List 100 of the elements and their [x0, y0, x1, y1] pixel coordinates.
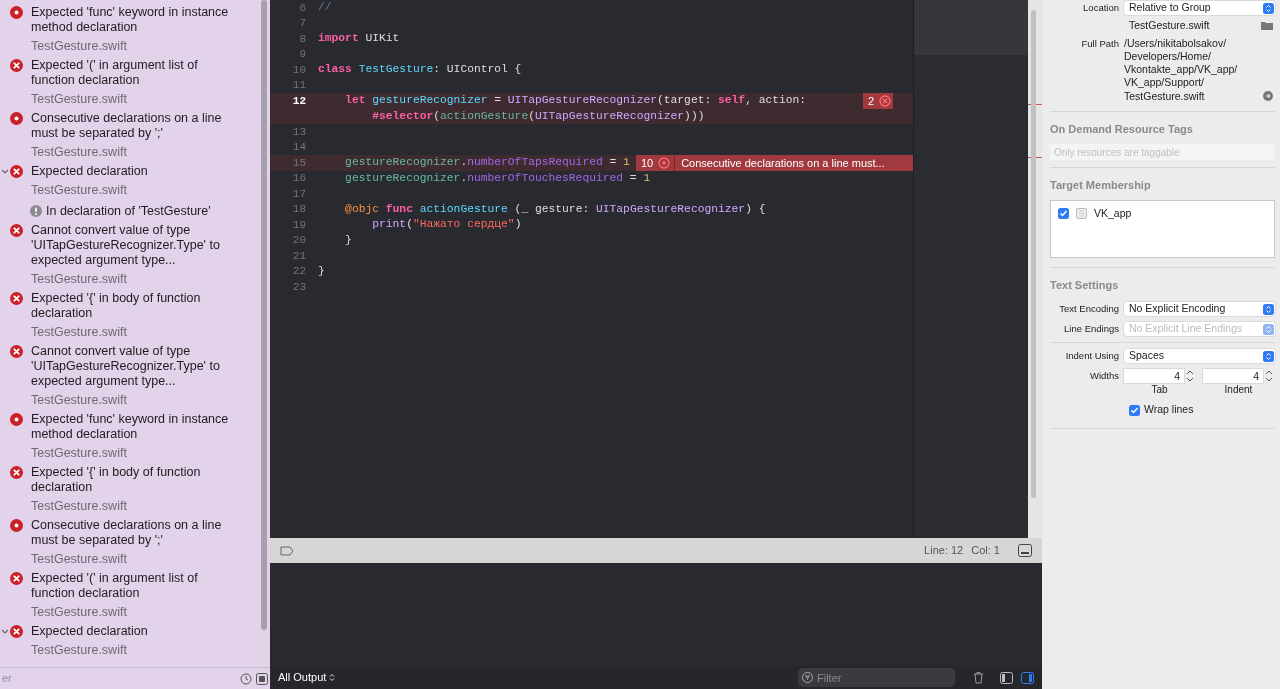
- line-number: 15: [291, 155, 306, 171]
- code-line: }: [344, 232, 352, 248]
- issue-file-name: TestGesture.swift: [31, 393, 128, 408]
- code-line: gestureRecognizer.numberOfTapsRequired = 1: [344, 155, 630, 171]
- error-badge[interactable]: 2: [863, 93, 893, 109]
- issue-title[interactable]: Expected '{' in body of function declaration: [31, 291, 236, 321]
- issue-file-name: TestGesture.swift: [31, 39, 128, 54]
- filter-field[interactable]: er: [2, 670, 236, 687]
- output-selector[interactable]: All Output: [278, 669, 336, 686]
- line-number: 12: [291, 93, 306, 109]
- checkbox[interactable]: [1129, 404, 1140, 416]
- scrollbar-thumb[interactable]: [1031, 10, 1036, 498]
- number-field[interactable]: 4: [1124, 369, 1184, 384]
- issue-title[interactable]: Expected '{' in body of function declaration: [31, 465, 236, 495]
- code-line: print("Нажато сердце"): [371, 217, 522, 233]
- issue-file-name: TestGesture.swift: [31, 325, 128, 340]
- error-icon: [10, 165, 23, 178]
- line-number: 6: [298, 0, 306, 16]
- field-label: Indent: [1224, 383, 1253, 397]
- filter-field[interactable]: Filter: [798, 668, 955, 687]
- issue-title[interactable]: Cannot convert value of type 'UITapGestureRecognizer.Type' to expected argument type...: [31, 223, 236, 268]
- line-number: 17: [291, 186, 306, 202]
- line-number: 10: [291, 62, 306, 78]
- updown-chevron-icon: [1263, 303, 1274, 315]
- line-number: 11: [291, 78, 306, 93]
- field-label: Indent Using: [1065, 349, 1119, 364]
- folder-icon[interactable]: [1261, 21, 1273, 31]
- scrollbar-thumb[interactable]: [261, 0, 267, 630]
- updown-chevron-icon: [1263, 2, 1274, 14]
- issue-title[interactable]: Expected declaration: [31, 624, 236, 639]
- clock-icon[interactable]: [240, 672, 252, 685]
- filter-icon: [802, 672, 813, 683]
- trash-icon[interactable]: [973, 671, 984, 684]
- stepper-icon[interactable]: [1185, 369, 1195, 384]
- issue-title[interactable]: Expected 'func' keyword in instance method declaration: [31, 412, 236, 442]
- issue-file-name: TestGesture.swift: [31, 272, 128, 287]
- issue-title[interactable]: Expected '(' in argument list of function declaration: [31, 58, 236, 88]
- tag-icon[interactable]: [280, 545, 294, 556]
- line-number: 8: [298, 31, 306, 47]
- error-dot-icon: [10, 519, 23, 532]
- code-line: //: [318, 0, 332, 16]
- checkbox[interactable]: [1058, 208, 1069, 220]
- checkbox-label: Wrap lines: [1144, 402, 1194, 418]
- error-badge[interactable]: 10 Consecutive declarations on a line must...: [635, 155, 913, 171]
- code-line: #selector(actionGesture(UITapGestureRecognizer))): [371, 108, 705, 124]
- error-circle-icon: [879, 94, 892, 107]
- square-icon[interactable]: [256, 672, 268, 685]
- error-dot-icon: [658, 156, 671, 169]
- file-name: TestGesture.swift: [1129, 18, 1211, 33]
- issue-title[interactable]: Expected 'func' keyword in instance method declaration: [31, 5, 236, 35]
- line-number: 21: [291, 248, 306, 264]
- field-label: Line Endings: [1064, 322, 1119, 337]
- section-title: Target Membership: [1050, 178, 1152, 194]
- issue-file-name: TestGesture.swift: [31, 145, 128, 160]
- issue-file-name: TestGesture.swift: [31, 92, 128, 107]
- issue-title[interactable]: Expected declaration: [31, 164, 236, 179]
- field-label: Full Path: [1081, 36, 1119, 51]
- stepper-icon[interactable]: [1264, 369, 1274, 384]
- chevron-down-icon[interactable]: [1, 629, 9, 635]
- right-panel-icon[interactable]: [1021, 671, 1034, 684]
- issue-note[interactable]: In declaration of 'TestGesture': [46, 204, 211, 219]
- error-icon: [10, 224, 23, 237]
- issue-title[interactable]: Cannot convert value of type 'UITapGestureRecognizer.Type' to expected argument type...: [31, 344, 236, 389]
- line-number: 18: [291, 202, 306, 217]
- line-number: 14: [291, 140, 306, 155]
- line-number: 16: [291, 171, 306, 186]
- app-target-icon: [1076, 208, 1087, 220]
- line-number: 20: [291, 233, 306, 248]
- chevron-down-icon[interactable]: [1, 169, 9, 175]
- left-panel-icon[interactable]: [1000, 671, 1013, 684]
- line-number-label: Line: 12: [924, 543, 964, 559]
- issue-title[interactable]: Expected '(' in argument list of function declaration: [31, 571, 236, 601]
- issue-title[interactable]: Consecutive declarations on a line must be separated by ';': [31, 111, 236, 141]
- number-field[interactable]: 4: [1203, 369, 1263, 384]
- section-title: On Demand Resource Tags: [1050, 121, 1194, 137]
- location-dropdown[interactable]: Relative to Group: [1124, 1, 1275, 15]
- dropdown[interactable]: Spaces: [1124, 349, 1275, 364]
- line-number: 7: [298, 16, 306, 31]
- issue-file-name: TestGesture.swift: [31, 183, 128, 198]
- arrow-circle-icon[interactable]: [1263, 90, 1273, 101]
- target-name: VK_app: [1094, 205, 1132, 221]
- code-line: }: [318, 263, 325, 279]
- error-icon: [10, 572, 23, 585]
- code-line: let gestureRecognizer = UITapGestureRecognizer(target: self, action:: [344, 93, 807, 109]
- issue-title[interactable]: Consecutive declarations on a line must be separated by ';': [31, 518, 236, 548]
- field-label: Tab: [1151, 383, 1168, 397]
- column-label: Col: 1: [971, 543, 1000, 559]
- issue-file-name: TestGesture.swift: [31, 499, 128, 514]
- updown-chevron-icon: [1263, 350, 1274, 362]
- error-icon: [10, 625, 23, 638]
- error-dot-icon: [10, 413, 23, 426]
- code-line: @objc func actionGesture (_ gesture: UITapGestureRecognizer) {: [344, 201, 766, 217]
- updown-chevron-icon: [329, 673, 336, 682]
- issue-file-name: TestGesture.swift: [31, 643, 128, 658]
- panel-toggle-icon[interactable]: [1018, 544, 1032, 557]
- issue-file-name: TestGesture.swift: [31, 552, 128, 567]
- warning-icon: [30, 205, 42, 217]
- code-line: import UIKit: [318, 31, 400, 47]
- dropdown[interactable]: No Explicit Encoding: [1124, 302, 1275, 317]
- field-label: Widths: [1089, 369, 1119, 384]
